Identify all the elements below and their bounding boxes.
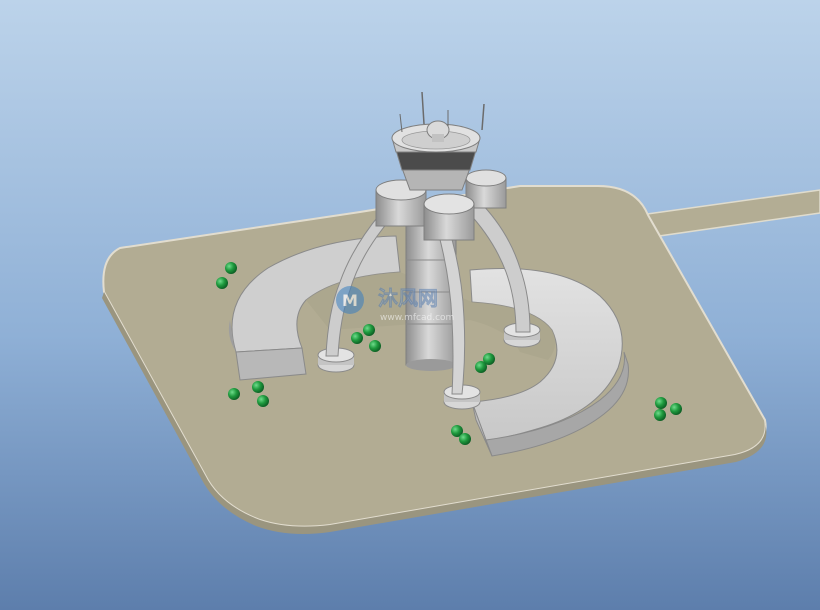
watermark-logo-letter: M [342, 291, 358, 310]
cad-model-viewport[interactable]: M 沐风网 www.mfcad.com [0, 0, 820, 610]
watermark-brand: 沐风网 [378, 286, 438, 310]
watermark-logo-icon: M [336, 286, 364, 314]
watermark-site: www.mfcad.com [380, 313, 454, 323]
